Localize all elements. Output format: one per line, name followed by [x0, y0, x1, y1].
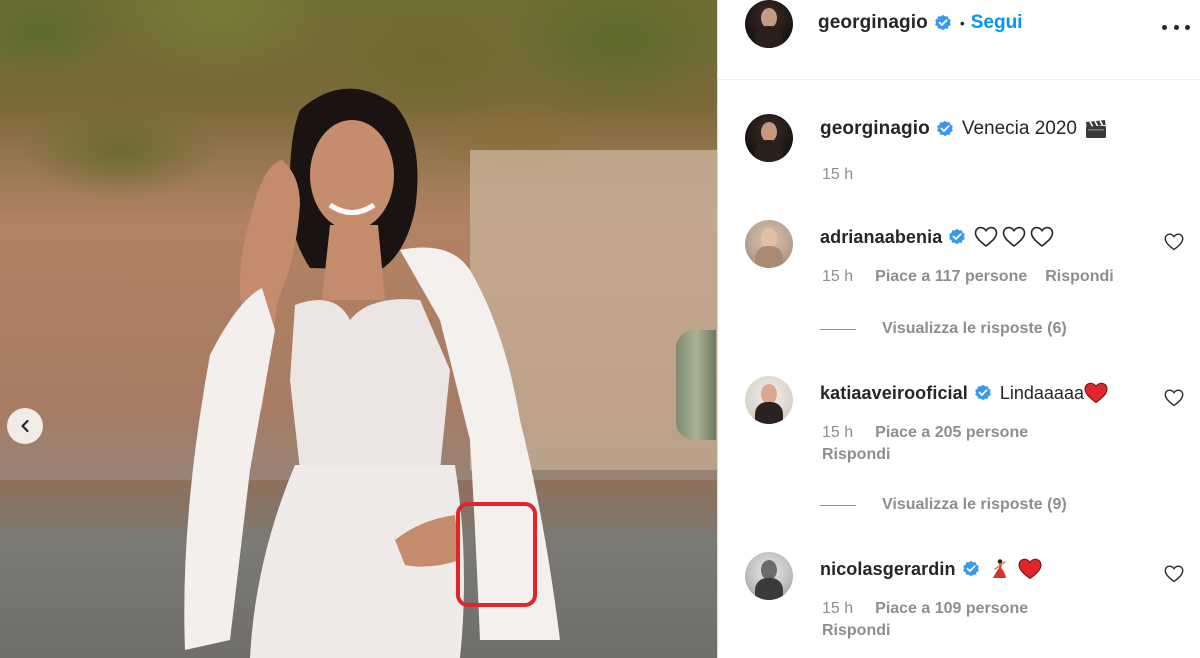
caption-timestamp[interactable]: 15 h [822, 166, 853, 184]
dancer-icon [992, 559, 1006, 578]
verified-badge-icon [962, 560, 979, 577]
previous-photo-button[interactable] [7, 408, 43, 444]
reply-button[interactable]: Rispondi [1045, 268, 1113, 286]
woman-in-white-figure [184, 88, 560, 658]
like-comment-heart-icon[interactable] [1164, 232, 1184, 252]
caption-text: Venecia 2020 [961, 118, 1077, 139]
post-side-panel: georginagio • Segui georginagio Venecia … [717, 0, 1200, 658]
comment-text [974, 226, 1058, 248]
comment-text-content: Lindaaaaa [999, 382, 1084, 403]
verified-badge-icon [949, 228, 966, 245]
caption-avatar[interactable] [745, 114, 793, 162]
outline-heart-icon [975, 226, 998, 248]
verified-badge-icon [975, 384, 991, 401]
chevron-left-icon [21, 419, 29, 433]
commenter-username[interactable]: adrianaabenia [820, 227, 942, 248]
like-comment-heart-icon[interactable] [1164, 388, 1184, 408]
comment-likes[interactable]: Piace a 205 persone [875, 424, 1028, 442]
clapper-board-icon [1086, 120, 1106, 138]
author-avatar[interactable] [745, 0, 793, 48]
follow-button[interactable]: Segui [971, 12, 1023, 34]
commenter-username[interactable]: nicolasgerardin [820, 559, 956, 580]
separator-dot: • [959, 15, 965, 31]
author-username[interactable]: georginagio [818, 12, 928, 34]
post-photo[interactable] [0, 0, 717, 658]
commenter-avatar[interactable] [745, 552, 793, 600]
comment-likes[interactable]: Piace a 117 persone [875, 268, 1027, 286]
verified-badge-icon [935, 14, 951, 31]
commenter-avatar[interactable] [745, 376, 793, 424]
red-heart-icon [1084, 382, 1108, 404]
outline-heart-icon [1003, 226, 1026, 248]
commenter-avatar[interactable] [745, 220, 793, 268]
comment-timestamp[interactable]: 15 h [822, 424, 853, 442]
view-replies-label: Visualizza le risposte (6) [882, 320, 1067, 337]
comment-likes[interactable]: Piace a 109 persone [875, 600, 1028, 618]
commenter-username[interactable]: katiaaveirooficial [820, 383, 968, 404]
comment-text [988, 558, 1042, 580]
view-replies-button[interactable]: Visualizza le risposte (9) [820, 496, 1067, 514]
replies-divider [820, 328, 856, 330]
more-options-button[interactable] [1162, 22, 1190, 32]
post-header: georginagio • Segui [718, 0, 1200, 80]
reply-button[interactable]: Rispondi [822, 446, 890, 464]
red-highlight-annotation [456, 502, 537, 607]
comment-timestamp[interactable]: 15 h [822, 600, 853, 618]
like-comment-heart-icon[interactable] [1164, 564, 1184, 584]
caption-username[interactable]: georginagio [820, 118, 930, 140]
comment-timestamp[interactable]: 15 h [822, 268, 853, 286]
red-heart-icon [1018, 558, 1042, 580]
reply-button[interactable]: Rispondi [822, 622, 890, 640]
author-line: georginagio • Segui [818, 12, 1022, 34]
replies-divider [820, 504, 856, 506]
verified-badge-icon [937, 120, 953, 137]
outline-heart-icon [1031, 226, 1054, 248]
view-replies-button[interactable]: Visualizza le risposte (6) [820, 320, 1067, 338]
comment-text: Lindaaaaa [1000, 382, 1108, 404]
view-replies-label: Visualizza le risposte (9) [882, 496, 1067, 513]
